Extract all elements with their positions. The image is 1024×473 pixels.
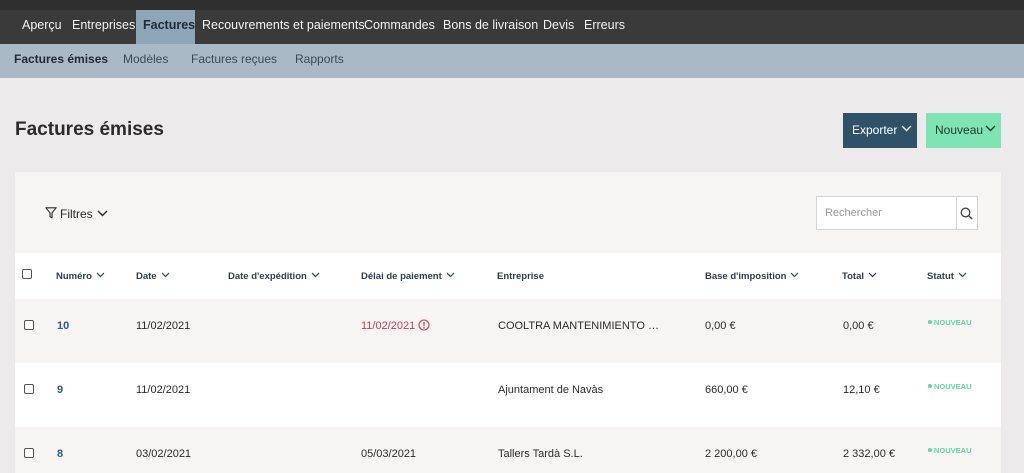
chevron-down-icon: [985, 125, 996, 132]
subnav-item-modeles[interactable]: Modèles: [123, 44, 168, 78]
chevron-down-icon: [901, 125, 912, 132]
filters-label: Filtres: [60, 207, 93, 221]
row-checkbox[interactable]: [24, 320, 34, 330]
chevron-down-icon: [96, 272, 105, 278]
total-amount: 0,00 €: [843, 320, 874, 332]
sub-nav: Factures émises Modèles Factures reçues …: [0, 44, 1024, 78]
new-button[interactable]: Nouveau: [926, 113, 1001, 148]
invoice-date: 11/02/2021: [136, 320, 191, 332]
invoice-number[interactable]: 8: [57, 447, 63, 461]
status-dot: [928, 448, 932, 452]
payment-due-date: 05/03/2021: [361, 448, 417, 460]
tax-base: 0,00 €: [705, 320, 736, 332]
status-dot: [928, 384, 932, 388]
chevron-down-icon: [97, 210, 108, 217]
nav-item-recouvrements[interactable]: Recouvrements et paiements: [195, 10, 372, 44]
company-name: Ajuntament de Navàs: [498, 384, 604, 396]
total-amount: 2 332,00 €: [843, 448, 895, 460]
subnav-item-factures-recues[interactable]: Factures reçues: [191, 44, 277, 78]
column-header-delai-paiement[interactable]: Délai de paiement: [361, 270, 455, 284]
chevron-down-icon: [446, 272, 455, 278]
search-input[interactable]: [817, 197, 956, 229]
column-header-entreprise[interactable]: Entreprise: [497, 270, 544, 284]
nav-item-entreprises[interactable]: Entreprises: [65, 10, 142, 44]
chevron-down-icon: [868, 272, 877, 278]
row-checkbox[interactable]: [24, 448, 34, 458]
status-badge: NOUVEAU: [928, 382, 972, 392]
chevron-down-icon: [161, 272, 170, 278]
row-checkbox[interactable]: [24, 384, 34, 394]
column-header-date[interactable]: Date: [136, 270, 170, 284]
status-badge: NOUVEAU: [928, 446, 972, 456]
chevron-down-icon: [311, 272, 320, 278]
status-dot: [928, 320, 932, 324]
payment-due-date: 11/02/2021: [361, 319, 430, 333]
nav-item-commandes[interactable]: Commandes: [357, 10, 442, 44]
nav-item-apercu[interactable]: Aperçu: [15, 10, 69, 44]
new-button-label: Nouveau: [935, 123, 984, 137]
chevron-down-icon: [958, 272, 967, 278]
select-all-checkbox[interactable]: [22, 269, 32, 279]
nav-item-bons-de-livraison[interactable]: Bons de livraison: [436, 10, 545, 44]
column-header-date-expedition[interactable]: Date d'expédition: [228, 270, 320, 284]
column-header-base-imposition[interactable]: Base d'imposition: [705, 270, 799, 284]
status-badge: NOUVEAU: [928, 318, 972, 328]
invoice-number[interactable]: 9: [57, 383, 63, 397]
top-strip: [0, 0, 1024, 10]
chevron-down-icon: [791, 272, 799, 278]
filter-icon: [45, 207, 57, 219]
company-name: Tallers Tardà S.L.: [498, 448, 583, 460]
column-header-total[interactable]: Total: [842, 270, 877, 284]
subnav-item-factures-emises[interactable]: Factures émises: [14, 44, 108, 78]
export-button[interactable]: Exporter: [843, 113, 917, 148]
alert-circle-icon: [418, 319, 430, 331]
total-amount: 12,10 €: [843, 384, 880, 396]
column-header-statut[interactable]: Statut: [927, 270, 967, 284]
invoice-date: 03/02/2021: [136, 448, 192, 460]
export-button-label: Exporter: [852, 123, 898, 137]
subnav-item-rapports[interactable]: Rapports: [295, 44, 344, 78]
invoice-number[interactable]: 10: [57, 319, 69, 333]
nav-item-erreurs[interactable]: Erreurs: [577, 10, 632, 44]
main-nav: Aperçu Entreprises Factures Recouvrement…: [0, 10, 1024, 44]
column-header-numero[interactable]: Numéro: [56, 270, 105, 284]
invoice-date: 11/02/2021: [136, 384, 191, 396]
search-button[interactable]: [956, 197, 977, 229]
tax-base: 660,00 €: [705, 384, 748, 396]
tax-base: 2 200,00 €: [705, 448, 757, 460]
search-icon: [960, 207, 973, 220]
nav-item-devis[interactable]: Devis: [536, 10, 581, 44]
page-title: Factures émises: [15, 119, 164, 140]
search-box: [816, 196, 978, 230]
nav-item-factures[interactable]: Factures: [136, 10, 195, 44]
company-name: COOLTRA MANTENIMIENTO …: [498, 320, 659, 332]
